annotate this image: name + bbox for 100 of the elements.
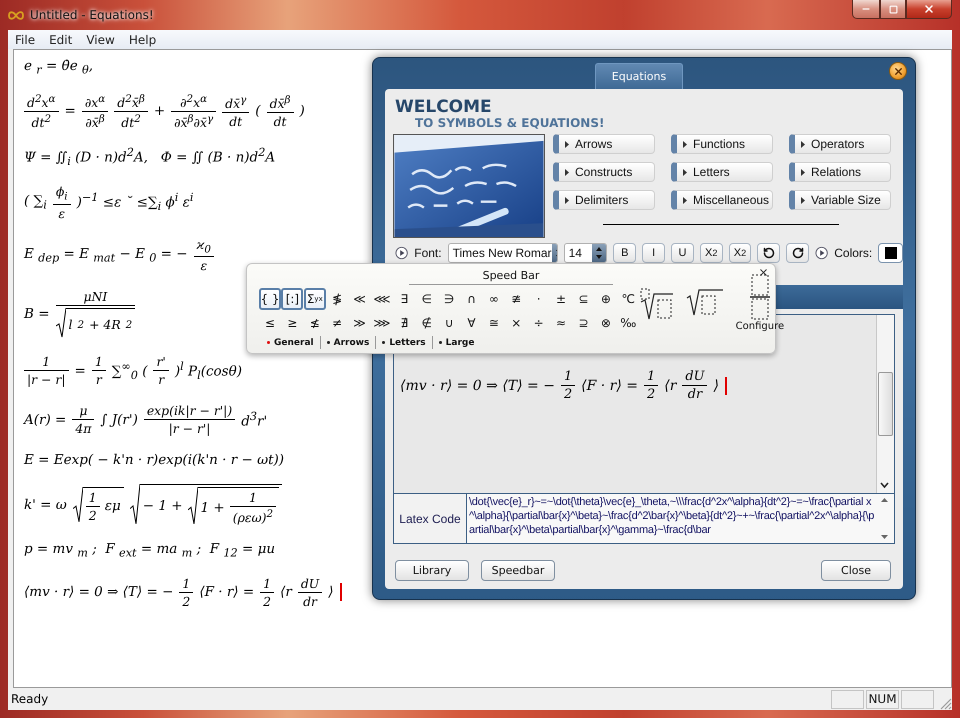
symbol-button[interactable]: · <box>528 288 550 310</box>
symbol-button[interactable]: ≥ <box>281 312 304 334</box>
maximize-icon <box>888 4 898 14</box>
speed-bar-tab[interactable]: General <box>261 336 321 349</box>
symbol-button[interactable]: ‰ <box>617 312 640 334</box>
numerator: dU <box>300 576 320 592</box>
symbol-button[interactable]: ∉ <box>416 312 438 334</box>
close-dialog-button[interactable]: Close <box>821 560 891 581</box>
symbol-button[interactable]: ∃ <box>393 288 416 310</box>
symbol-button[interactable]: ⋘ <box>370 288 393 310</box>
math-text: − 1 + <box>142 498 183 514</box>
math-text: ⟨F · r⟩ = <box>581 378 638 394</box>
symbol-button[interactable]: ≅ <box>482 312 505 334</box>
math-text: k' = ω <box>24 496 67 513</box>
close-button[interactable] <box>906 0 952 19</box>
category-button[interactable]: Operators <box>789 134 891 154</box>
math-text: + <box>154 103 166 120</box>
category-button[interactable]: Variable Size <box>789 190 891 210</box>
configure-label[interactable]: Configure <box>736 321 784 332</box>
maximize-button[interactable] <box>880 0 906 19</box>
numerator: dx̄$^{β}$ <box>268 94 292 112</box>
undo-button[interactable] <box>757 243 780 263</box>
speed-bar-tab[interactable]: Large <box>432 336 480 349</box>
size-select[interactable]: 14 <box>564 243 608 263</box>
caret-icon <box>565 168 569 176</box>
scrollbar[interactable] <box>876 315 894 493</box>
symbol-button[interactable]: ∄ <box>393 312 416 334</box>
symbol-button[interactable]: ± <box>550 288 572 310</box>
symbol-button[interactable]: ∪ <box>438 312 460 334</box>
denominator: 2 <box>86 506 100 523</box>
format-button[interactable]: I <box>642 243 666 263</box>
symbol-button[interactable]: ⊕ <box>594 288 617 310</box>
category-button[interactable]: Relations <box>789 162 891 182</box>
nth-root-template-icon[interactable] <box>640 288 674 322</box>
category-button[interactable]: Functions <box>671 134 773 154</box>
speed-bar-tab[interactable]: Letters <box>376 336 433 349</box>
speed-bar-tab[interactable]: Arrows <box>320 336 376 349</box>
denominator: (ρεω)$^{2}$ <box>230 506 276 526</box>
redo-button[interactable] <box>786 243 810 263</box>
symbol-button[interactable]: ⋙ <box>370 312 393 334</box>
denominator: dr <box>298 592 322 609</box>
format-button[interactable]: U <box>671 243 694 263</box>
fraction-template-icon[interactable] <box>750 274 770 320</box>
symbol-button[interactable]: [:] <box>281 288 304 310</box>
play-icon[interactable] <box>815 246 828 260</box>
symbol-button[interactable]: ≈ <box>550 312 572 334</box>
category-button[interactable]: Miscellaneous <box>671 190 773 210</box>
symbol-button[interactable]: ≸ <box>326 288 348 310</box>
category-button[interactable]: Arrows <box>553 134 655 154</box>
category-button[interactable]: Constructs <box>553 162 655 182</box>
symbol-button[interactable]: ⊆ <box>572 288 594 310</box>
menu-item[interactable]: View <box>79 32 122 46</box>
symbol-button[interactable]: ∀ <box>460 312 483 334</box>
menu-item[interactable]: File <box>8 32 42 46</box>
symbol-button[interactable]: ≪ <box>348 288 371 310</box>
symbol-button[interactable]: ≇ <box>505 288 528 310</box>
symbol-button[interactable]: ⊗ <box>594 312 617 334</box>
minimize-button[interactable] <box>852 0 880 19</box>
denominator: 2 <box>644 385 658 402</box>
symbol-button[interactable]: ≫ <box>348 312 371 334</box>
numerator: ∂x$^{α}$ <box>84 92 106 111</box>
symbol-button[interactable]: { } <box>259 288 281 310</box>
symbol-button[interactable]: ≰ <box>304 312 326 334</box>
numerator: 1 <box>248 490 258 506</box>
category-button[interactable]: Letters <box>671 162 773 182</box>
denominator: 2 <box>560 385 576 402</box>
symbol-button[interactable]: ∩ <box>460 288 483 310</box>
symbol-button[interactable]: ≠ <box>326 312 348 334</box>
spinner-icon[interactable] <box>592 244 606 262</box>
numerator: μNI <box>82 289 108 306</box>
math-text: ⟨mv · r⟩ = 0 ⇒ ⟨T⟩ = − <box>24 584 174 600</box>
symbol-button[interactable]: × <box>505 312 528 334</box>
symbol-button[interactable]: ∞ <box>482 288 505 310</box>
play-icon[interactable] <box>395 246 408 260</box>
format-button[interactable]: B <box>613 243 636 263</box>
color-button[interactable] <box>878 243 903 263</box>
symbol-button[interactable]: ≤ <box>259 312 281 334</box>
category-button[interactable]: Delimiters <box>553 190 655 210</box>
menu-item[interactable]: Edit <box>42 32 80 46</box>
close-button[interactable] <box>889 62 907 80</box>
symbol-button[interactable]: ÷ <box>528 312 550 334</box>
radical-sign-icon <box>188 487 198 526</box>
font-select[interactable]: Times New Romar <box>448 243 558 263</box>
close-button[interactable] <box>758 267 769 278</box>
scrollbar-thumb[interactable] <box>878 372 893 436</box>
math-text: E = Eexp( − k'n · r)exp(i(k'n · r − ωt)) <box>24 452 284 468</box>
dialog-button[interactable]: Library <box>395 560 469 581</box>
numerator: 1 <box>94 354 104 370</box>
symbol-button[interactable]: ⊇ <box>572 312 594 334</box>
dialog-button[interactable]: Speedbar <box>481 560 555 581</box>
menu-item[interactable]: Help <box>122 32 164 46</box>
symbol-button[interactable]: ℃ <box>617 288 640 310</box>
symbol-button[interactable]: ∈ <box>416 288 438 310</box>
symbol-button[interactable]: ∋ <box>438 288 460 310</box>
tab[interactable]: Equations <box>594 63 684 89</box>
close-icon <box>892 66 904 76</box>
denominator: 4π <box>72 419 94 436</box>
square-root-template-icon[interactable] <box>686 288 724 318</box>
colors-label: Colors: <box>834 246 872 260</box>
resize-grip-icon[interactable] <box>938 696 952 710</box>
